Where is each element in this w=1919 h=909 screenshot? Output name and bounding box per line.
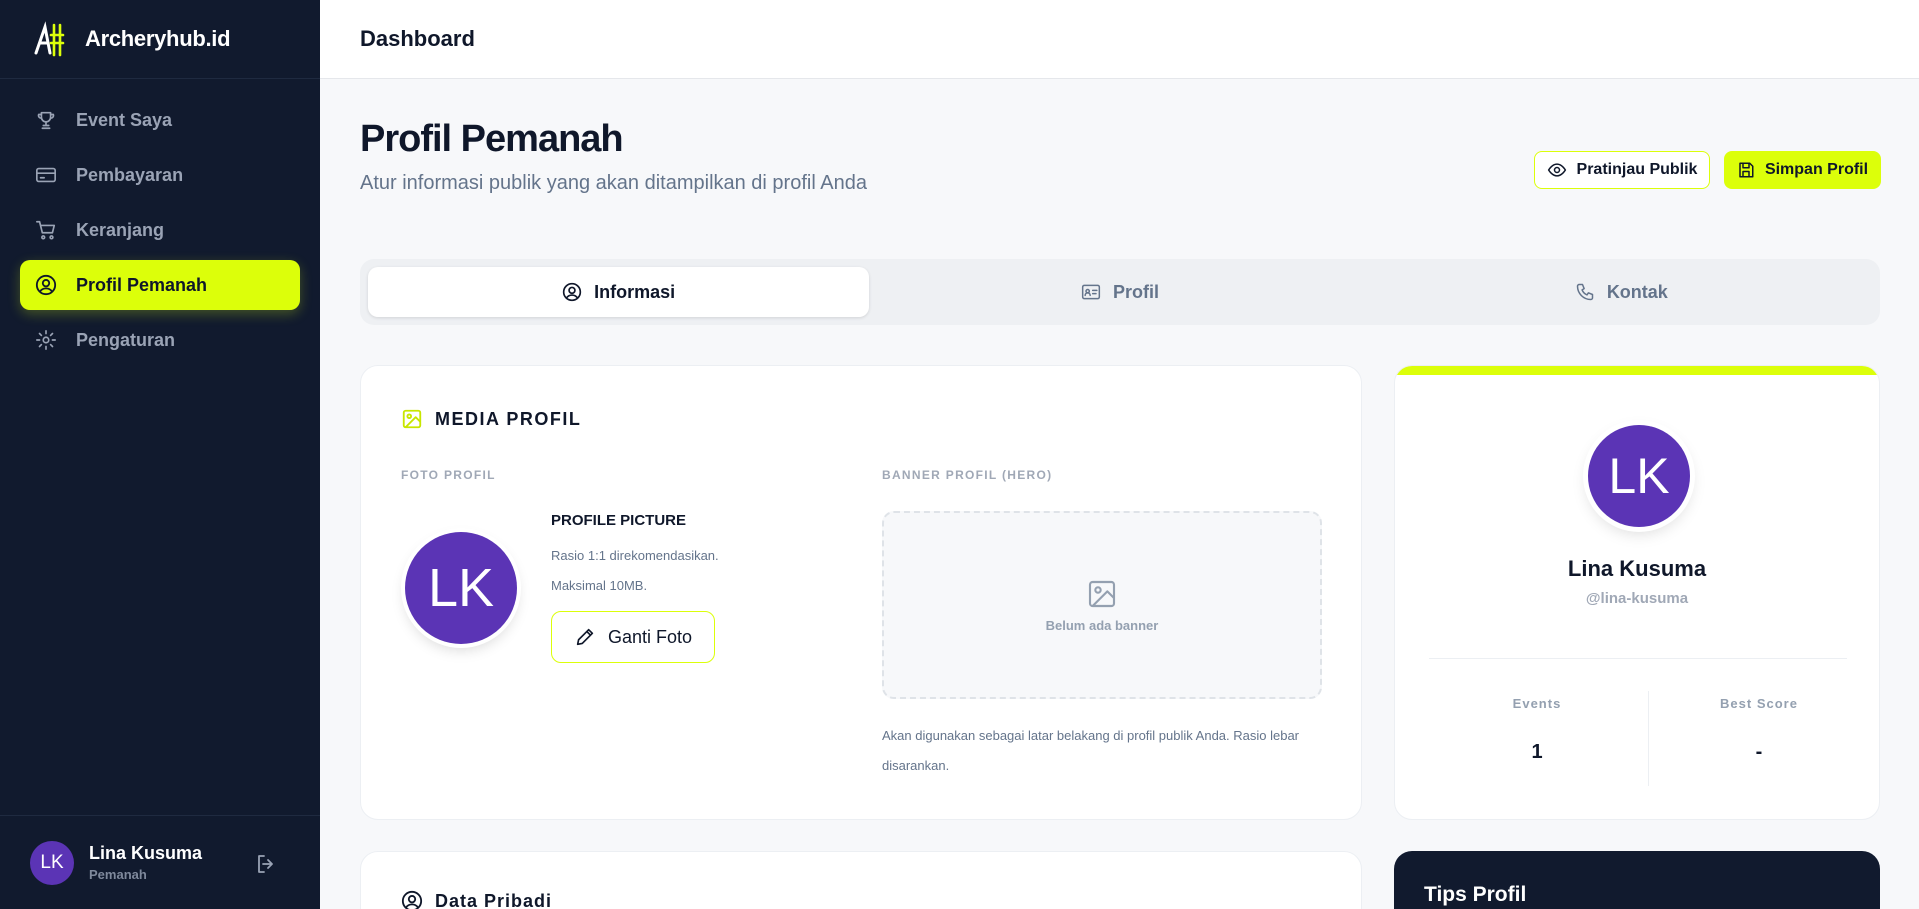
divider [1429, 658, 1847, 659]
public-preview-label: Pratinjau Publik [1576, 161, 1698, 178]
stat-events: Events 1 [1426, 696, 1648, 764]
sidebar-item-label: Pembayaran [76, 164, 184, 185]
tab-informasi[interactable]: Informasi [368, 267, 870, 317]
brand-name: Archeryhub.id [85, 26, 231, 51]
media-section-title: MEDIA PROFIL [401, 408, 581, 430]
sidebar-nav: Event Saya Pembayaran Keranjang Profil P… [0, 79, 320, 365]
preview-avatar: LK [1588, 425, 1690, 527]
topbar-title: Dashboard [360, 26, 475, 51]
change-photo-button[interactable]: Ganti Foto [551, 611, 715, 663]
tab-kontak[interactable]: Kontak [1371, 267, 1872, 317]
profile-avatar: LK [405, 532, 517, 644]
eye-icon [1547, 163, 1566, 177]
pencil-icon [576, 628, 594, 646]
sidebar-item-label: Event Saya [76, 109, 173, 130]
tips-title: Tips Profil [1424, 883, 1527, 906]
user-circle-icon [34, 273, 58, 297]
user-name: Lina Kusuma [89, 843, 203, 863]
card-accent-bar [1395, 366, 1879, 375]
tab-profil[interactable]: Profil [869, 267, 1370, 317]
banner-note: Akan digunakan sebagai latar belakang di… [882, 728, 1300, 773]
user-circle-icon [562, 282, 582, 302]
phone-icon [1576, 283, 1594, 301]
banner-label: BANNER PROFIL (HERO) [882, 468, 1053, 482]
archery-logo-icon [34, 21, 65, 57]
save-icon [1739, 162, 1754, 178]
user-meta: Lina Kusuma Pemanah [89, 843, 202, 882]
sidebar-item-keranjang[interactable]: Keranjang [20, 205, 300, 255]
save-profile-label: Simpan Profil [1764, 161, 1869, 178]
stat-best-score: Best Score - [1648, 696, 1870, 764]
profile-picture-title: PROFILE PICTURE [551, 512, 687, 529]
page-subtitle: Atur informasi publik yang akan ditampil… [360, 172, 867, 194]
cart-icon [34, 218, 58, 242]
stat-value: 1 [1531, 741, 1543, 763]
preview-handle: @lina-kusuma [1585, 590, 1689, 607]
trophy-icon [34, 108, 58, 132]
avatar[interactable]: LK [30, 840, 74, 885]
save-profile-button[interactable]: Simpan Profil [1724, 151, 1881, 189]
profile-tabs: Informasi Profil Kontak [360, 259, 1880, 325]
preview-name: Lina Kusuma [1567, 556, 1707, 581]
id-card-icon [1081, 284, 1101, 300]
sidebar-item-pembayaran[interactable]: Pembayaran [20, 150, 300, 200]
profile-picture-note: Rasio 1:1 direkomendasikan. [551, 548, 719, 563]
photo-label: FOTO PROFIL [401, 468, 496, 482]
sidebar-item-label: Profil Pemanah [76, 274, 208, 295]
public-preview-button[interactable]: Pratinjau Publik [1534, 151, 1710, 189]
sidebar-item-pengaturan[interactable]: Pengaturan [20, 315, 300, 365]
media-profile-card: MEDIA PROFIL FOTO PROFIL BANNER PROFIL (… [360, 365, 1362, 820]
gear-icon [34, 328, 58, 352]
tab-label: Profil [1112, 281, 1159, 302]
personal-data-card: Data Pribadi [360, 851, 1362, 909]
image-placeholder-icon [1088, 580, 1116, 607]
banner-empty-text: Belum ada banner [1045, 617, 1159, 633]
topbar: Dashboard [320, 0, 1919, 79]
sidebar-item-event-saya[interactable]: Event Saya [20, 95, 300, 145]
banner-upload-area[interactable]: Belum ada banner [882, 511, 1322, 699]
credit-card-icon [34, 163, 58, 187]
user-circle-icon [401, 890, 423, 909]
sidebar-item-profil-pemanah[interactable]: Profil Pemanah [20, 260, 300, 310]
personal-data-title: Data Pribadi [401, 890, 552, 909]
tips-card: Tips Profil [1394, 851, 1880, 909]
user-role: Pemanah [89, 867, 147, 882]
stat-label: Best Score [1720, 696, 1798, 711]
page-title: Profil Pemanah [360, 118, 624, 160]
stat-label: Events [1512, 696, 1562, 711]
sidebar-user: LK Lina Kusuma Pemanah [0, 815, 320, 909]
sidebar-item-label: Pengaturan [76, 329, 176, 350]
section-title-text: Data Pribadi [435, 890, 553, 909]
brand[interactable]: Archeryhub.id [0, 0, 320, 79]
image-icon [402, 409, 422, 429]
profile-picture-note: Maksimal 10MB. [551, 578, 648, 593]
tab-label: Kontak [1606, 281, 1668, 302]
stat-value: - [1755, 741, 1763, 763]
tab-label: Informasi [594, 281, 676, 302]
section-title-text: MEDIA PROFIL [435, 408, 582, 429]
sidebar: Archeryhub.id Event Saya Pembayaran Kera… [0, 0, 320, 909]
change-photo-label: Ganti Foto [607, 626, 693, 647]
sidebar-item-label: Keranjang [76, 219, 165, 240]
profile-preview-card: LK Lina Kusuma @lina-kusuma Events 1 Bes… [1394, 365, 1880, 820]
logout-icon[interactable] [254, 852, 278, 876]
